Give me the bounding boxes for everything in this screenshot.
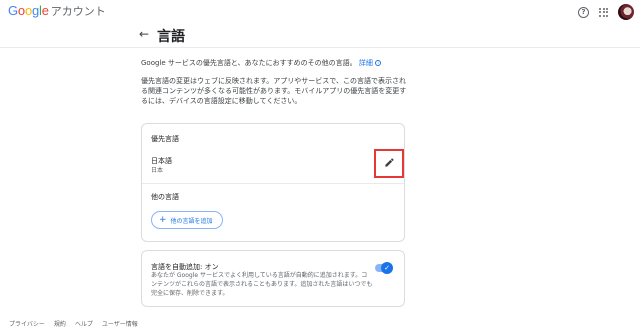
checkmark-icon: ✓ xyxy=(381,262,393,274)
add-language-button[interactable]: + 他の言語を追加 xyxy=(151,211,223,229)
arrow-back-icon[interactable]: ← xyxy=(139,27,149,41)
card-divider xyxy=(142,183,404,184)
description-text: 優先言語の変更はウェブに反映されます。アプリやサービスで、この言語で表示される関… xyxy=(141,77,407,105)
other-languages-heading: 他の言語 xyxy=(151,193,179,201)
footer-link-user-info[interactable]: ユーザー情報 xyxy=(102,319,138,328)
intro-sentence: Google サービスの優先言語と、あなたにおすすめのその他の言語。 xyxy=(141,59,357,67)
page-header: ← 言語 xyxy=(0,24,640,48)
learn-more-link[interactable]: 詳細 i xyxy=(358,59,382,67)
learn-more-label: 詳細 xyxy=(358,59,373,67)
product-name: アカウント xyxy=(50,5,106,18)
auto-add-toggle[interactable]: ✓ xyxy=(375,262,393,274)
languages-card: 優先言語 日本語 日本 他の言語 + 他の言語を追加 xyxy=(141,123,405,242)
google-logo-text: Google xyxy=(8,3,49,18)
footer-link-privacy[interactable]: プライバシー xyxy=(9,319,45,328)
add-language-label: 他の言語を追加 xyxy=(170,217,213,225)
intro-text: Google サービスの優先言語と、あなたにおすすめのその他の言語。 詳細 i xyxy=(141,58,411,68)
help-icon[interactable]: ? xyxy=(578,6,589,18)
edit-preferred-language-button[interactable] xyxy=(374,149,404,178)
info-icon: i xyxy=(375,60,382,66)
pencil-icon xyxy=(385,158,394,167)
footer-link-terms[interactable]: 規約 xyxy=(54,319,66,328)
preferred-language-region: 日本 xyxy=(151,167,164,174)
account-controls: ? xyxy=(578,4,634,20)
auto-add-description: あなたが Google サービスでよく利用している言語が自動的に追加されます。コ… xyxy=(151,272,373,297)
footer-link-help[interactable]: ヘルプ xyxy=(75,319,93,328)
top-bar: Google アカウント ? xyxy=(0,0,640,24)
page-title: 言語 xyxy=(157,29,185,45)
plus-icon: + xyxy=(159,214,167,225)
google-account-logo[interactable]: Google アカウント xyxy=(8,4,106,19)
auto-add-card: 言語を自動追加: オン あなたが Google サービスでよく利用している言語が… xyxy=(141,250,405,307)
apps-grid-icon[interactable] xyxy=(599,7,608,17)
footer: プライバシー 規約 ヘルプ ユーザー情報 xyxy=(9,319,138,328)
avatar[interactable] xyxy=(618,4,634,20)
preferred-language-heading: 優先言語 xyxy=(151,135,179,143)
